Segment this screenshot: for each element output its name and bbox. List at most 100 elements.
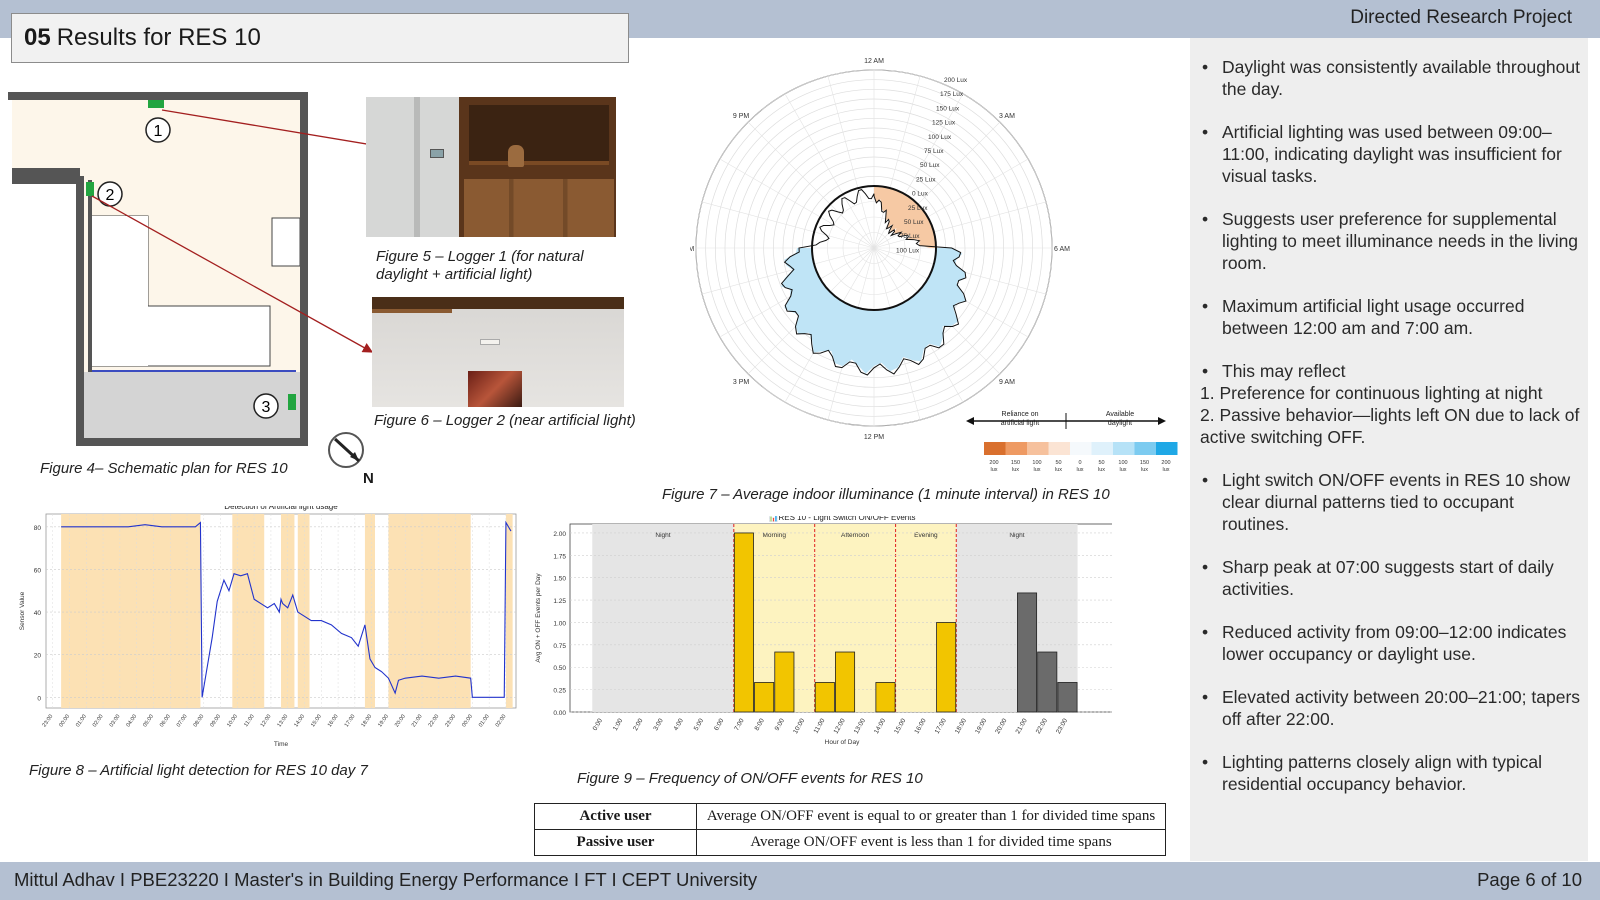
legend-scale-label: 50	[1055, 460, 1061, 466]
chart8-ylabel: Sensor Value	[19, 591, 26, 630]
chart9-bar	[1057, 682, 1078, 713]
chart9-x-tick: 15:00	[893, 717, 907, 735]
polar-hour-label: 9 AM	[999, 379, 1015, 386]
chart8-x-tick: 01:00	[478, 714, 491, 729]
polar-ring-label: 100 Lux	[896, 247, 920, 254]
chart8-x-tick: 12:00	[260, 714, 273, 729]
chart9-x-tick: 16:00	[913, 717, 927, 735]
legend-left-label: artificial light	[1001, 420, 1040, 427]
chart9-bar	[774, 651, 795, 713]
chart8-x-tick: 03:00	[109, 714, 122, 729]
chart9-x-tick: 6:00	[713, 717, 726, 732]
chart9-y-tick: 1.00	[553, 620, 566, 627]
polar-hour-label: 12 AM	[864, 58, 884, 65]
reflect-line-2: 2. Passive behavior—lights left ON due t…	[1200, 405, 1580, 447]
chart9-bar	[754, 682, 775, 713]
chart8-x-tick: 14:00	[293, 714, 306, 729]
list-item: Maximum artificial light usage occurred …	[1200, 295, 1582, 339]
legend-scale-label: 200	[989, 460, 998, 466]
polar-ring-label: 125 Lux	[932, 120, 956, 127]
polar-ring-label: 175 Lux	[940, 91, 964, 98]
chart9-x-tick: 20:00	[994, 717, 1008, 735]
chart8-y-tick: 20	[34, 653, 42, 660]
legend-scale-label: 100	[1118, 460, 1127, 466]
chart9-x-tick: 8:00	[753, 717, 766, 732]
chart8-title: Detection of Artificial light usage	[224, 506, 338, 511]
chart9-x-tick: 10:00	[792, 717, 806, 735]
chart9-xlabel: Hour of Day	[825, 739, 860, 746]
legend-scale-swatch	[1027, 442, 1049, 455]
chart9-bar	[1017, 592, 1038, 713]
chart8-x-tick: 17:00	[344, 714, 357, 729]
legend-scale-label: 50	[1098, 460, 1104, 466]
chart9-y-tick: 1.25	[553, 598, 566, 605]
chart9-x-tick: 14:00	[873, 717, 887, 735]
legend-scale-swatch	[1156, 442, 1178, 455]
legend-scale-label: lux	[1119, 467, 1126, 473]
logger-1-icon	[148, 100, 164, 108]
legend-scale-label: lux	[1033, 467, 1040, 473]
reflect-line-1: 1. Preference for continuous lighting at…	[1200, 383, 1543, 403]
chart9-x-tick: 19:00	[974, 717, 988, 735]
schematic-plan: 1 2 3	[8, 92, 308, 446]
findings-panel: Daylight was consistently available thro…	[1190, 38, 1588, 861]
chart8-shaded-span	[364, 514, 375, 708]
chart9-zone	[592, 524, 734, 712]
chart8-y-tick: 60	[34, 567, 42, 574]
chart8-x-tick: 05:00	[142, 714, 155, 729]
chart9-y-tick: 1.50	[553, 576, 566, 583]
chart8-y-tick: 40	[34, 610, 42, 617]
chart8-x-tick: 09:00	[209, 714, 222, 729]
chart8-caption: Figure 8 – Artificial light detection fo…	[29, 762, 368, 779]
table-row: Passive user Average ON/OFF event is les…	[534, 829, 1166, 856]
chart8-x-tick: 06:00	[159, 714, 172, 729]
logger-2-icon	[86, 182, 94, 196]
chart8-x-tick: 20:00	[394, 714, 407, 729]
legend-scale-label: lux	[1055, 467, 1062, 473]
on-off-events-chart: 📊RES 10 - Light Switch ON/OFF EventsNigh…	[535, 516, 1112, 746]
chart8-x-tick: 18:00	[360, 714, 373, 729]
list-item: Lighting patterns closely align with typ…	[1200, 751, 1582, 795]
legend-scale-swatch	[1005, 442, 1027, 455]
legend-scale-label: 200	[1161, 460, 1170, 466]
svg-text:1: 1	[154, 123, 163, 140]
chart9-x-tick: 21:00	[1015, 717, 1029, 735]
chart9-x-tick: 5:00	[693, 717, 706, 732]
chart8-shaded-span	[505, 514, 513, 708]
user-type-key: Active user	[534, 803, 697, 830]
chart8-y-tick: 80	[34, 525, 42, 532]
chart8-x-tick: 11:00	[243, 714, 256, 728]
chart9-bar	[814, 682, 835, 713]
legend-scale-swatch	[1091, 442, 1113, 455]
list-item: Reduced activity from 09:00–12:00 indica…	[1200, 621, 1582, 665]
chart8-shaded-span	[232, 514, 265, 708]
chart8-y-tick: 0	[37, 695, 41, 702]
chart9-x-tick: 4:00	[673, 717, 686, 732]
polar-hour-label: 12 PM	[864, 434, 884, 441]
findings-list: Daylight was consistently available thro…	[1200, 56, 1582, 816]
chart8-x-tick: 04:00	[125, 714, 138, 729]
legend-scale-label: 0	[1078, 460, 1081, 466]
chart8-x-tick: 15:00	[310, 714, 323, 729]
chart9-x-tick: 0:00	[592, 717, 605, 732]
polar-hour-label: 6 AM	[1054, 246, 1070, 253]
polar-ring-label: 150 Lux	[936, 105, 960, 112]
chart8-x-tick: 01:00	[75, 714, 88, 729]
polar-ring-label: 200 Lux	[944, 77, 968, 84]
polar-ring-label: 75 Lux	[924, 148, 944, 155]
north-label: N	[363, 470, 374, 487]
section-number: 05	[24, 24, 51, 51]
user-type-table: Active user Average ON/OFF event is equa…	[534, 803, 1166, 856]
logger-1-caption: Figure 5 – Logger 1 (for natural dayligh…	[376, 248, 584, 283]
legend-right-label: daylight	[1108, 420, 1132, 427]
chart9-y-tick: 2.00	[553, 531, 566, 538]
chart9-y-tick: 1.75	[553, 553, 566, 560]
polar-hour-label: 3 PM	[733, 379, 750, 386]
user-type-key: Passive user	[534, 829, 697, 856]
marker-1: 1	[145, 117, 171, 143]
chart8-shaded-span	[388, 514, 471, 708]
polar-ring-label: 25 Lux	[916, 176, 936, 183]
polar-hour-label: 6 PM	[690, 246, 694, 253]
logger-1-device-icon	[430, 149, 444, 158]
legend-scale-label: 150	[1140, 460, 1149, 466]
